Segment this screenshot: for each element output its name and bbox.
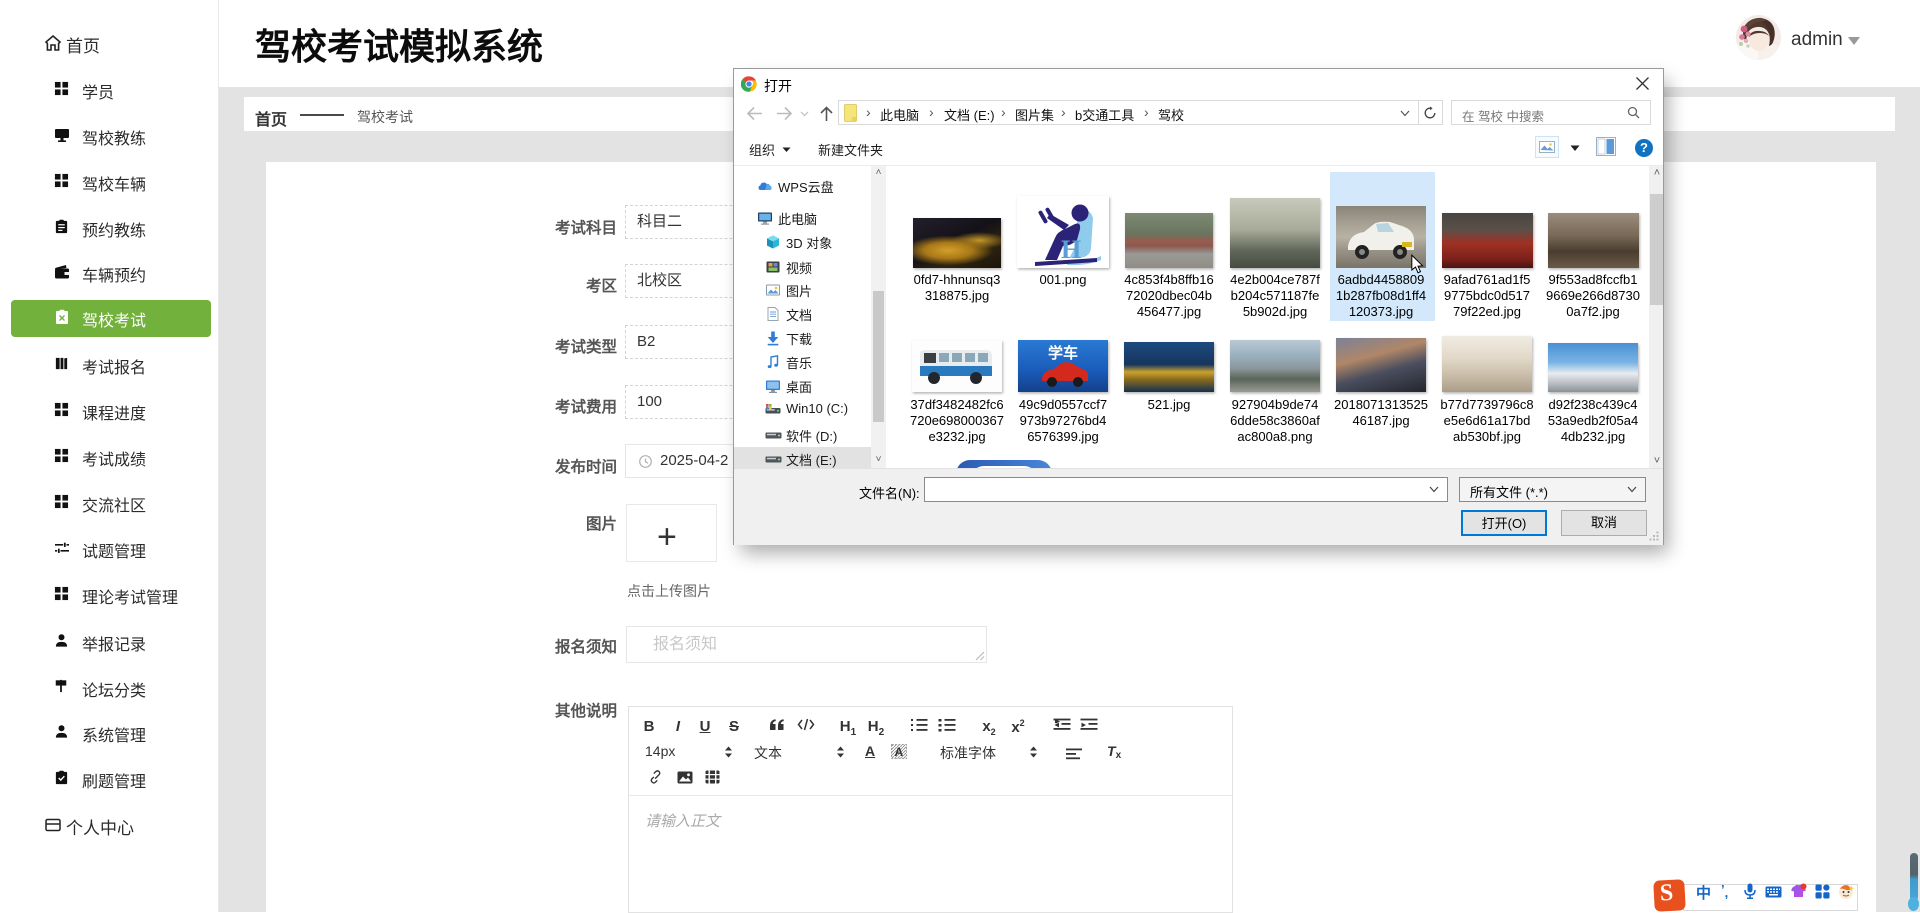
svg-text:A: A bbox=[895, 745, 904, 759]
svg-text:学车: 学车 bbox=[1048, 344, 1078, 362]
svg-text:H: H bbox=[1061, 235, 1081, 264]
